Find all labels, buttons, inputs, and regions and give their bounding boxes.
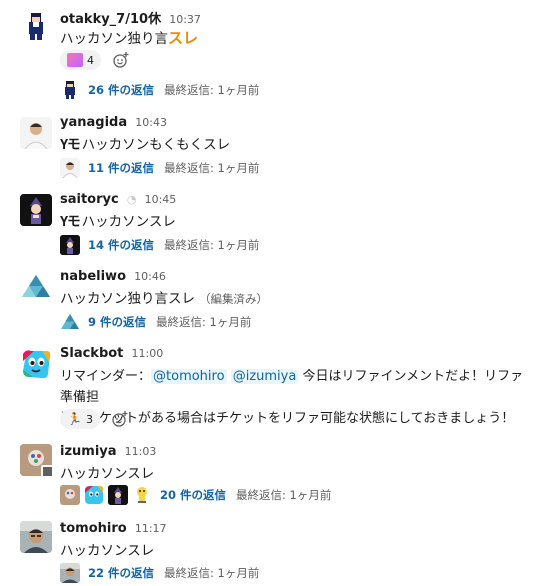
thread-summary[interactable]: 14 件の返信 最終返信: 1ヶ月前	[60, 234, 259, 256]
reactions: 🏃 3	[60, 409, 134, 431]
message-body: ハッカソン独り言	[60, 31, 168, 47]
avatar[interactable]	[20, 348, 52, 380]
timestamp[interactable]: 11:17	[135, 522, 167, 535]
last-reply-time: 最終返信: 1ヶ月前	[164, 83, 260, 97]
sender-name[interactable]: tomohiro	[60, 521, 127, 536]
message-text: Yモ ハッカソンもくもくスレ	[60, 135, 527, 156]
message-header: otakky_7/10休 10:37	[60, 8, 201, 27]
emoji-reaction[interactable]: 🏃 3	[60, 409, 100, 429]
message-body: ハッカソンスレ	[81, 214, 176, 230]
message-text: ハッカソン独り言スレ	[60, 28, 527, 50]
replier-avatar	[84, 485, 104, 505]
emoji-reaction[interactable]: 4	[60, 50, 101, 70]
message-header: saitoryc ◔ 10:45	[60, 192, 176, 210]
reply-count-link[interactable]: 20 件の返信	[160, 487, 226, 503]
message-text: Yモ ハッカソンスレ	[60, 212, 527, 233]
avatar[interactable]	[20, 10, 52, 42]
message-header: Slackbot 11:00	[60, 346, 163, 364]
sender-name[interactable]: saitoryc	[60, 192, 119, 207]
reply-count-link[interactable]: 14 件の返信	[88, 237, 154, 253]
message-text: ハッカソンスレ	[60, 541, 527, 562]
reaction-count: 4	[87, 53, 94, 67]
timestamp[interactable]: 10:37	[169, 13, 201, 26]
edited-label: （編集済み）	[199, 292, 268, 306]
sender-name[interactable]: Slackbot	[60, 346, 123, 361]
last-reply-time: 最終返信: 1ヶ月前	[164, 238, 260, 252]
avatar[interactable]	[20, 194, 52, 226]
message-header: nabeliwo 10:46	[60, 269, 166, 287]
avatar[interactable]	[20, 444, 54, 478]
last-reply-time: 最終返信: 1ヶ月前	[156, 315, 252, 329]
last-reply-time: 最終返信: 1ヶ月前	[164, 566, 260, 580]
message-body: ハッカソン独り言スレ	[60, 291, 195, 307]
reply-count-link[interactable]: 26 件の返信	[88, 82, 154, 98]
message-body: ハッカソンスレ	[60, 466, 155, 482]
reply-count-link[interactable]: 22 件の返信	[88, 565, 154, 581]
sender-name[interactable]: yanagida	[60, 115, 127, 130]
reaction-count: 3	[85, 412, 93, 426]
ym-emoji: Yモ	[60, 137, 81, 153]
replier-avatar	[60, 235, 80, 255]
message-header: yanagida 10:43	[60, 115, 167, 133]
ym-emoji: Yモ	[60, 214, 81, 230]
sender-name[interactable]: izumiya	[60, 444, 117, 459]
timestamp[interactable]: 10:45	[145, 193, 177, 206]
replier-avatar	[108, 485, 128, 505]
replier-avatar	[60, 80, 80, 100]
message-body: ハッカソンスレ	[60, 543, 155, 559]
timestamp[interactable]: 11:00	[132, 347, 164, 360]
last-reply-time: 最終返信: 1ヶ月前	[236, 488, 332, 502]
timestamp[interactable]: 10:46	[134, 270, 166, 283]
message-header: izumiya 11:03	[60, 444, 156, 462]
add-reaction-icon	[113, 52, 129, 68]
away-status-icon: ◔	[126, 193, 137, 206]
message-header: tomohiro 11:17	[60, 521, 167, 539]
replier-avatar	[60, 158, 80, 178]
replier-avatar	[60, 563, 80, 583]
avatar[interactable]	[20, 117, 52, 149]
thread-summary[interactable]: 26 件の返信 最終返信: 1ヶ月前	[60, 79, 259, 101]
reminder-prefix: リマインダー：	[60, 369, 152, 384]
message-text: ハッカソン独り言スレ （編集済み）	[60, 289, 527, 310]
timestamp[interactable]: 10:43	[135, 116, 167, 129]
sparkle-emoji-icon	[67, 53, 83, 67]
add-reaction-button[interactable]	[106, 409, 134, 429]
message-text: ハッカソンスレ	[60, 464, 527, 485]
thread-summary[interactable]: 9 件の返信 最終返信: 1ヶ月前	[60, 311, 251, 333]
mention-tomohiro[interactable]: @tomohiro	[151, 369, 227, 384]
thread-summary[interactable]: 11 件の返信 最終返信: 1ヶ月前	[60, 157, 259, 179]
running-person-emoji-icon: 🏃	[67, 412, 82, 426]
timestamp[interactable]: 11:03	[125, 445, 157, 458]
sure-emoji: スレ	[168, 29, 199, 47]
thread-summary[interactable]: 20 件の返信 最終返信: 1ヶ月前	[60, 484, 331, 506]
mention-izumiya[interactable]: @izumiya	[230, 369, 299, 384]
sender-name[interactable]: otakky_7/10休	[60, 12, 161, 27]
last-reply-time: 最終返信: 1ヶ月前	[164, 161, 260, 175]
sender-name[interactable]: nabeliwo	[60, 269, 126, 284]
replier-avatar	[60, 485, 80, 505]
replier-avatar	[60, 312, 80, 332]
thread-summary[interactable]: 22 件の返信 最終返信: 1ヶ月前	[60, 562, 259, 584]
message-body: ハッカソンもくもくスレ	[81, 137, 231, 153]
reply-count-link[interactable]: 11 件の返信	[88, 160, 154, 176]
reactions: 4	[60, 50, 135, 72]
reply-count-link[interactable]: 9 件の返信	[88, 314, 146, 330]
presence-status-icon	[41, 465, 54, 478]
add-reaction-button[interactable]	[107, 50, 135, 70]
add-reaction-icon	[112, 411, 128, 427]
replier-avatar	[132, 485, 152, 505]
avatar[interactable]	[20, 271, 52, 303]
avatar[interactable]	[20, 521, 52, 553]
